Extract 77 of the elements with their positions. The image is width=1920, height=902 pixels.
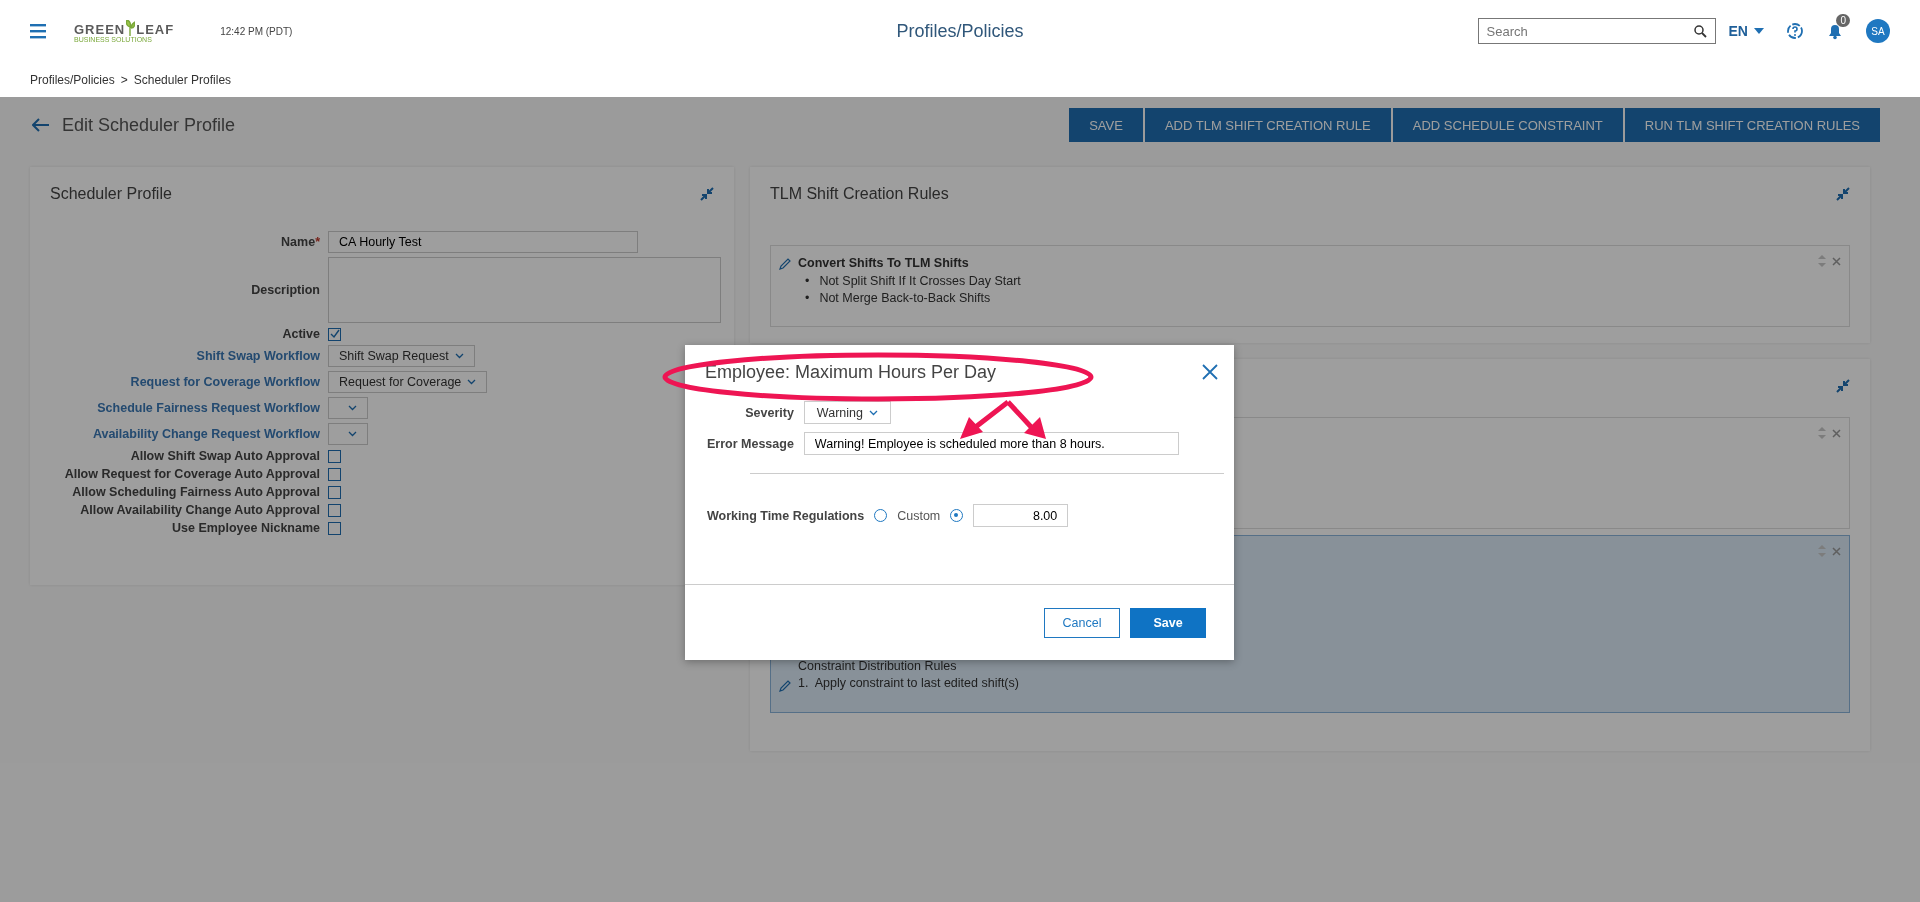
rule-title: Convert Shifts To TLM Shifts <box>798 256 969 270</box>
close-icon[interactable] <box>1202 364 1218 380</box>
logo-text: LEAF <box>136 22 175 36</box>
page-title: Edit Scheduler Profile <box>62 114 236 136</box>
error-message-field[interactable]: Warning! Employee is scheduled more than 8 hours. <box>803 432 1179 455</box>
field-label: Description <box>251 283 320 297</box>
chevron-down-icon <box>868 409 878 416</box>
dialog-title: Employee: Maximum Hours Per Day <box>705 361 997 383</box>
breadcrumb-link[interactable]: Scheduler Profiles <box>133 72 232 87</box>
name-field[interactable]: CA Hourly Test <box>328 231 638 253</box>
workflow-link[interactable]: Schedule Fairness Request Workflow <box>97 401 320 415</box>
description-field[interactable] <box>328 257 721 323</box>
card-title: Scheduler Profile <box>50 185 172 203</box>
workflow-link[interactable]: Request for Coverage Workflow <box>130 375 320 389</box>
leaf-icon <box>126 19 136 36</box>
user-avatar[interactable]: SA <box>1866 19 1890 43</box>
rule-item[interactable]: Convert Shifts To TLM Shifts • Not Split Shift If It Crosses Day Start • Not Merge Back-to-Back Shifts <box>770 245 1850 327</box>
chevron-down-icon <box>348 431 357 437</box>
pencil-icon[interactable] <box>779 256 792 270</box>
clock-time: 12:42 PM (PDT) <box>220 25 293 37</box>
chevron-down-icon <box>348 405 357 411</box>
help-icon[interactable] <box>1786 22 1804 40</box>
field-label: Active <box>282 327 320 341</box>
menu-icon[interactable] <box>30 23 46 39</box>
page-heading: Profiles/Policies <box>896 20 1024 42</box>
constraint-rule: 1. Apply constraint to last edited shift(s) <box>798 675 1019 692</box>
action-button[interactable]: RUN TLM SHIFT CREATION RULES <box>1624 108 1880 142</box>
checkbox[interactable] <box>328 467 341 481</box>
workflow-link[interactable]: Shift Swap Workflow <box>196 349 320 363</box>
workflow-link[interactable]: Availability Change Request Workflow <box>92 427 320 441</box>
workflow-dropdown[interactable]: Shift Swap Request <box>328 345 475 367</box>
checkbox[interactable] <box>328 521 341 535</box>
search-field[interactable]: Search <box>1477 18 1716 44</box>
list-bullet: • <box>805 290 810 307</box>
action-button[interactable]: SAVE <box>1069 108 1143 142</box>
close-icon[interactable] <box>1832 256 1841 266</box>
field-label: Working Time Regulations <box>707 508 865 523</box>
workflow-dropdown[interactable]: Request for Coverage <box>328 371 488 393</box>
severity-dropdown[interactable]: Warning <box>803 401 891 424</box>
radio-label: Custom <box>897 508 941 523</box>
chevron-down-icon <box>454 353 464 359</box>
field-label: Allow Availability Change Auto Approval <box>80 503 320 517</box>
field-label: Error Message <box>707 436 794 451</box>
list-bullet: • <box>805 273 810 290</box>
notification-count: 0 <box>1836 14 1850 27</box>
field-label: Allow Scheduling Fairness Auto Approval <box>72 485 320 499</box>
field-label: Name* <box>281 235 320 249</box>
rule-option: Not Split Shift If It Crosses Day Start <box>819 273 1021 290</box>
collapse-icon[interactable] <box>700 187 714 201</box>
caret-icon <box>1754 28 1764 34</box>
card-title: TLM Shift Creation Rules <box>770 185 949 203</box>
action-button[interactable]: ADD TLM SHIFT CREATION RULE <box>1144 108 1391 142</box>
breadcrumb-separator: > <box>120 72 128 87</box>
field-label: Allow Request for Coverage Auto Approval <box>64 467 320 481</box>
checkbox[interactable] <box>328 485 341 499</box>
checkbox[interactable] <box>328 327 341 341</box>
breadcrumb-link[interactable]: Profiles/Policies <box>30 72 115 87</box>
pencil-icon[interactable] <box>779 679 792 692</box>
checkbox[interactable] <box>328 449 341 463</box>
constraint-heading: Constraint Distribution Rules <box>798 658 958 675</box>
language-dropdown[interactable]: EN <box>1728 23 1764 39</box>
chevron-down-icon <box>467 379 477 385</box>
save-button[interactable]: Save <box>1130 607 1206 638</box>
close-icon[interactable] <box>1832 428 1841 438</box>
cancel-button[interactable]: Cancel <box>1044 607 1120 638</box>
field-label: Allow Shift Swap Auto Approval <box>130 449 320 463</box>
collapse-icon[interactable] <box>1836 379 1850 393</box>
action-button[interactable]: ADD SCHEDULE CONSTRAINT <box>1392 108 1623 142</box>
back-arrow-icon[interactable] <box>32 118 50 132</box>
field-label: Severity <box>744 405 794 420</box>
field-label: Use Employee Nickname <box>172 521 320 535</box>
checkbox[interactable] <box>328 503 341 517</box>
bell-icon[interactable] <box>1826 22 1844 40</box>
logo-text: GREEN <box>74 22 126 36</box>
collapse-icon[interactable] <box>1836 187 1850 201</box>
rule-option: Not Merge Back-to-Back Shifts <box>819 290 991 307</box>
hours-field[interactable]: 8.00 <box>973 504 1069 527</box>
